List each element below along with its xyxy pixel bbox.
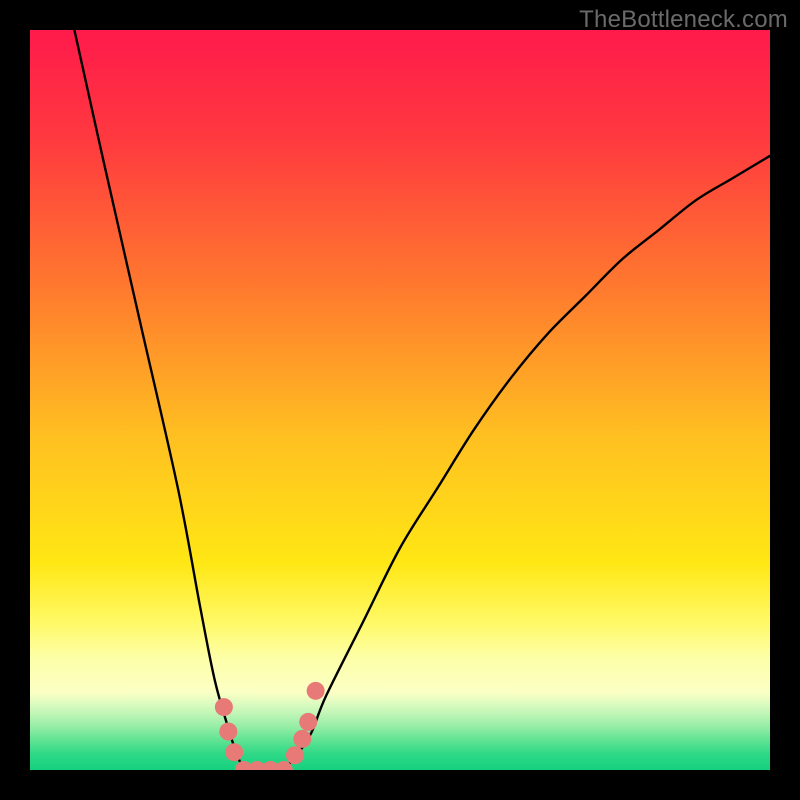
chart-frame: TheBottleneck.com <box>0 0 800 800</box>
curve-layer <box>30 30 770 770</box>
marker-dot <box>225 743 243 761</box>
marker-dot <box>293 730 311 748</box>
plot-area <box>30 30 770 770</box>
bottleneck-curve <box>74 30 770 770</box>
marker-dot <box>215 698 233 716</box>
marker-dot <box>219 723 237 741</box>
marker-dot <box>299 713 317 731</box>
watermark-text: TheBottleneck.com <box>579 6 788 34</box>
bottom-dots <box>215 682 325 770</box>
marker-dot <box>307 682 325 700</box>
marker-dot <box>286 746 304 764</box>
